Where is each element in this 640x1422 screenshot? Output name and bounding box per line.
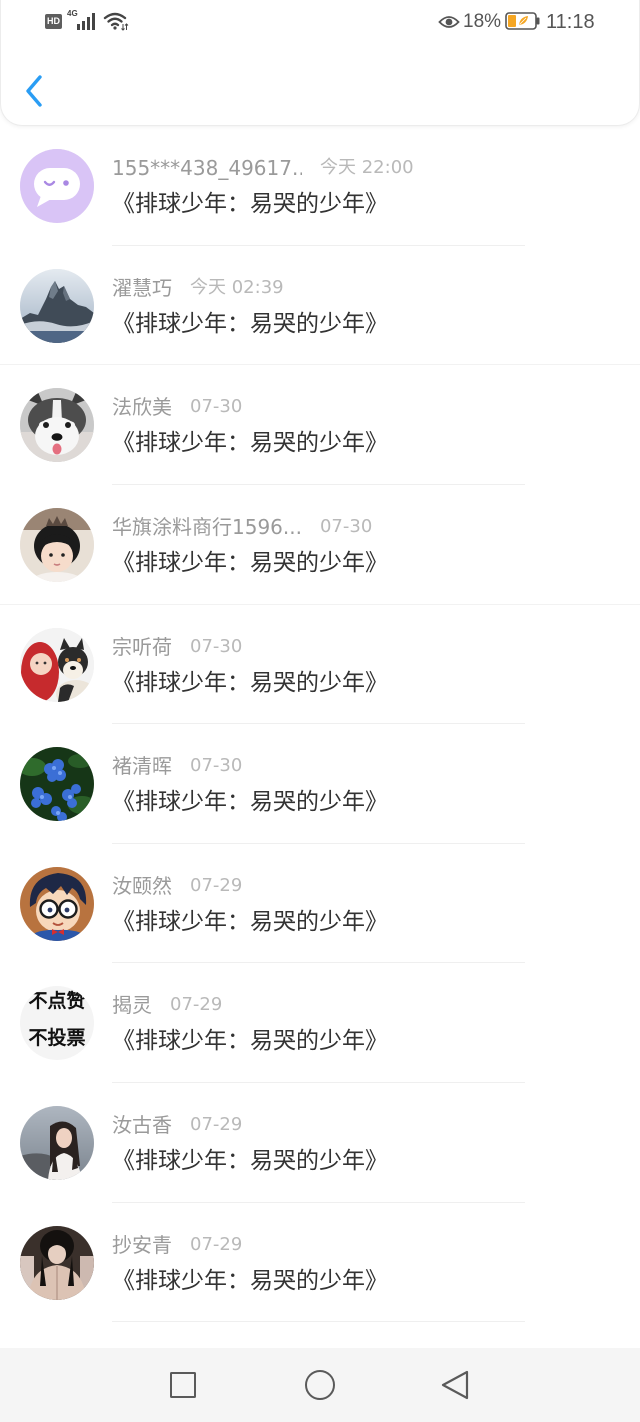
chat-bubble-avatar-icon [20, 149, 94, 224]
message-list: 155***438_49617... 今天 22:00 《排球少年：易哭的少年》 [0, 126, 640, 1322]
item-title: 《排球少年：易哭的少年》 [112, 669, 388, 696]
husky-photo-avatar [20, 388, 94, 463]
list-item[interactable]: 汝古香 07-29 《排球少年：易哭的少年》 [0, 1083, 640, 1203]
avatar[interactable] [20, 149, 94, 224]
cartoon-boy-avatar [20, 866, 94, 941]
clock: 11:18 [546, 11, 595, 33]
avatar[interactable] [20, 747, 94, 822]
item-title: 《排球少年：易哭的少年》 [112, 191, 388, 218]
battery-icon [505, 12, 540, 30]
avatar[interactable] [20, 1225, 94, 1300]
sender-name: 法欣美 [112, 395, 172, 420]
list-item[interactable]: 法欣美 07-30 《排球少年：易哭的少年》 [0, 365, 640, 485]
list-item[interactable]: 不点赞 不投票 揭灵 07-29 《排球少年：易哭的少年》 [0, 963, 640, 1083]
avatar[interactable] [20, 388, 94, 463]
item-title: 《排球少年：易哭的少年》 [112, 1028, 388, 1055]
list-item[interactable]: 宗听荷 07-30 《排球少年：易哭的少年》 [0, 605, 640, 725]
avatar[interactable]: 不点赞 不投票 [20, 986, 94, 1061]
item-title: 《排球少年：易哭的少年》 [112, 1267, 388, 1294]
item-title: 《排球少年：易哭的少年》 [112, 549, 388, 576]
header: HD 4G 18% 11:18 [0, 0, 640, 126]
baby-and-dog-photo-avatar [20, 627, 94, 702]
girl-coat-photo-avatar [20, 1225, 94, 1300]
timestamp: 今天 02:39 [190, 276, 284, 298]
signal-icon [77, 13, 95, 30]
sender-name: 揭灵 [112, 993, 152, 1018]
recent-apps-square-icon[interactable] [170, 1372, 196, 1398]
avatar-text-line: 不投票 [28, 1027, 86, 1050]
list-item[interactable]: 155***438_49617... 今天 22:00 《排球少年：易哭的少年》 [0, 126, 640, 246]
sender-name: 华旗涂料商行1596... [112, 514, 302, 539]
battery-percent: 18% [463, 11, 502, 32]
blue-flowers-photo-avatar [20, 747, 94, 822]
timestamp: 07-30 [319, 515, 373, 537]
sender-name: 汝古香 [112, 1112, 172, 1137]
item-meta: 宗听荷 07-30 [112, 635, 242, 659]
home-circle-icon[interactable] [305, 1370, 335, 1400]
system-nav-bar [0, 1348, 640, 1422]
avatar[interactable] [20, 268, 94, 343]
sender-name: 褚清晖 [112, 754, 172, 779]
item-title: 《排球少年：易哭的少年》 [112, 1147, 388, 1174]
avatar[interactable] [20, 507, 94, 582]
mountain-photo-avatar [20, 268, 94, 343]
item-meta: 抄安青 07-29 [112, 1233, 242, 1257]
item-meta: 汝颐然 07-29 [112, 874, 242, 898]
item-meta: 华旗涂料商行1596... 07-30 [112, 515, 372, 539]
timestamp: 07-29 [190, 1233, 243, 1255]
item-meta: 濯慧巧 今天 02:39 [112, 276, 284, 300]
sender-name: 抄安青 [112, 1232, 172, 1257]
item-title: 《排球少年：易哭的少年》 [112, 430, 388, 457]
item-title: 《排球少年：易哭的少年》 [112, 789, 388, 816]
avatar[interactable] [20, 627, 94, 702]
sender-name: 155***438_49617... [112, 156, 302, 181]
avatar-text-line: 不点赞 [28, 990, 86, 1013]
list-item[interactable]: 华旗涂料商行1596... 07-30 《排球少年：易哭的少年》 [0, 485, 640, 605]
item-meta: 汝古香 07-29 [112, 1113, 242, 1137]
child-photo-avatar [20, 507, 94, 582]
chevron-left-icon [26, 75, 42, 107]
sender-name: 宗听荷 [112, 634, 172, 659]
sender-name: 汝颐然 [112, 873, 172, 898]
timestamp: 07-29 [190, 874, 243, 896]
item-meta: 揭灵 07-29 [112, 993, 222, 1017]
girl-photo-avatar [20, 1105, 94, 1180]
avatar[interactable] [20, 1105, 94, 1180]
list-item[interactable]: 濯慧巧 今天 02:39 《排球少年：易哭的少年》 [0, 246, 640, 366]
timestamp: 07-30 [190, 755, 243, 777]
timestamp: 07-29 [170, 994, 223, 1016]
item-meta: 法欣美 07-30 [112, 395, 242, 419]
timestamp: 07-29 [190, 1113, 243, 1135]
item-meta: 褚清晖 07-30 [112, 754, 242, 778]
item-meta: 155***438_49617... 今天 22:00 [112, 156, 414, 180]
hd-badge: HD [45, 14, 62, 29]
timestamp: 07-30 [190, 635, 243, 657]
list-item[interactable]: 汝颐然 07-29 《排球少年：易哭的少年》 [0, 844, 640, 964]
list-item[interactable]: 褚清晖 07-30 《排球少年：易哭的少年》 [0, 724, 640, 844]
wifi-icon [103, 12, 129, 31]
timestamp: 今天 22:00 [320, 157, 414, 179]
item-title: 《排球少年：易哭的少年》 [112, 310, 388, 337]
list-item[interactable]: 抄安青 07-29 《排球少年：易哭的少年》 [0, 1203, 640, 1323]
eye-icon [438, 16, 460, 28]
back-triangle-icon[interactable] [440, 1370, 470, 1400]
item-title: 《排球少年：易哭的少年》 [112, 908, 388, 935]
sender-name: 濯慧巧 [112, 275, 172, 300]
timestamp: 07-30 [190, 396, 243, 418]
back-button[interactable] [23, 72, 49, 110]
avatar[interactable] [20, 866, 94, 941]
